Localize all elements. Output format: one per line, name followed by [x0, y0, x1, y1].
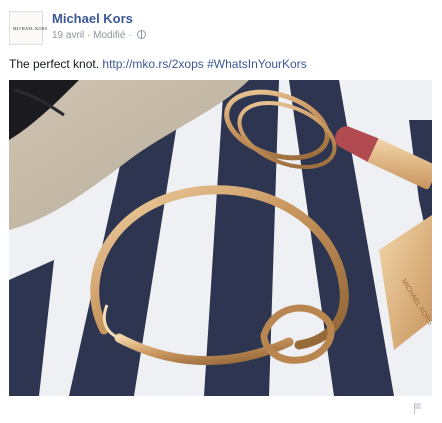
- flag-icon[interactable]: [412, 402, 424, 414]
- meta-separator-2: ·: [128, 30, 132, 41]
- avatar-logo-text: MICHAEL KORS: [13, 26, 48, 31]
- post-timestamp[interactable]: 19 avril: [52, 30, 84, 41]
- page-avatar[interactable]: MICHAEL KORS: [9, 11, 47, 45]
- facebook-post: MICHAEL KORS Michael Kors 19 avril · Mod…: [0, 0, 442, 423]
- post-meta: 19 avril · Modifié ·: [52, 30, 147, 41]
- post-caption: The perfect knot. http://mko.rs/2xops #W…: [9, 57, 307, 71]
- caption-text: The perfect knot.: [9, 57, 100, 71]
- caption-hashtag[interactable]: #WhatsInYourKors: [207, 57, 307, 71]
- post-photo[interactable]: MICHAEL KORS: [9, 80, 432, 396]
- edited-label[interactable]: Modifié: [93, 30, 125, 41]
- jewelry-photo-illustration: MICHAEL KORS: [9, 80, 432, 396]
- page-name-link[interactable]: Michael Kors: [52, 11, 133, 26]
- globe-icon[interactable]: [137, 30, 147, 39]
- meta-separator: ·: [87, 30, 91, 41]
- caption-link[interactable]: http://mko.rs/2xops: [102, 57, 203, 71]
